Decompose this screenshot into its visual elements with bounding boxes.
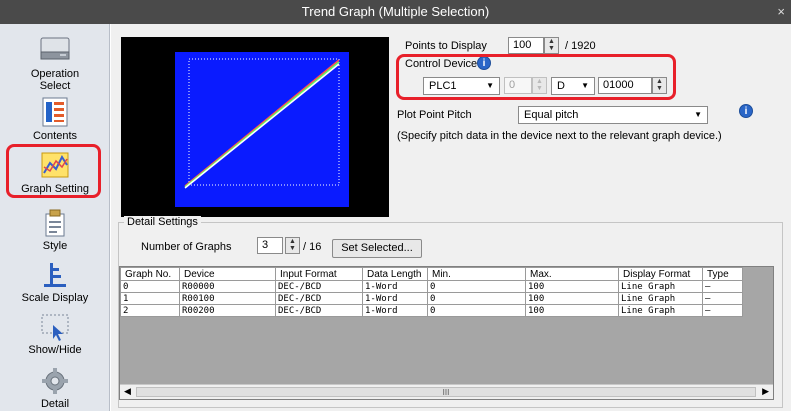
sidebar-item-label: Select xyxy=(39,80,71,92)
table-header-row: Graph No. Device Input Format Data Lengt… xyxy=(120,267,743,281)
sidebar-item-label: Operation xyxy=(30,68,80,80)
table-cell[interactable]: Line Graph xyxy=(618,280,703,293)
sidebar-item-style[interactable]: Style xyxy=(0,208,110,252)
table-row[interactable]: 1 R00100 DEC-/BCD 1-Word 0 100 Line Grap… xyxy=(120,292,743,305)
title-bar: Trend Graph (Multiple Selection) × xyxy=(0,0,791,24)
plot-point-pitch-value: Equal pitch xyxy=(524,109,579,121)
table-cell[interactable]: — xyxy=(702,292,743,305)
trend-lines xyxy=(184,58,340,189)
graphs-total: / 16 xyxy=(303,241,322,253)
close-icon[interactable]: × xyxy=(777,0,785,24)
scroll-thumb[interactable]: III xyxy=(136,387,756,397)
table-cell[interactable]: 100 xyxy=(525,292,619,305)
points-to-display-label: Points to Display xyxy=(405,40,487,52)
column-header[interactable]: Display Format xyxy=(618,267,703,281)
chevron-down-icon: ▼ xyxy=(694,110,702,119)
table-row[interactable]: 2 R00200 DEC-/BCD 1-Word 0 100 Line Grap… xyxy=(120,304,743,317)
graph-table: Graph No. Device Input Format Data Lengt… xyxy=(119,266,774,400)
table-cell[interactable]: 0 xyxy=(427,292,526,305)
detail-settings-legend: Detail Settings xyxy=(124,216,201,228)
plot-point-pitch-select[interactable]: Equal pitch ▼ xyxy=(518,106,708,124)
column-header[interactable]: Min. xyxy=(427,267,526,281)
sidebar-item-detail[interactable]: Detail xyxy=(0,366,110,410)
pitch-note: (Specify pitch data in the device next t… xyxy=(397,130,722,142)
set-selected-button[interactable]: Set Selected... xyxy=(332,239,422,258)
table-cell[interactable]: R00000 xyxy=(179,280,276,293)
scroll-left-icon[interactable]: ◀ xyxy=(124,386,131,397)
column-header[interactable]: Graph No. xyxy=(120,267,180,281)
plot-point-pitch-label: Plot Point Pitch xyxy=(397,109,472,121)
column-header[interactable]: Input Format xyxy=(275,267,363,281)
column-header[interactable]: Max. xyxy=(525,267,619,281)
horizontal-scrollbar[interactable]: ◀ III ▶ xyxy=(120,384,773,399)
graph-setting-highlight xyxy=(6,144,101,198)
show-hide-icon xyxy=(41,314,69,341)
column-header[interactable]: Device xyxy=(179,267,276,281)
main-panel: Points to Display 100 ▲ ▼ / 1920 Control … xyxy=(111,24,791,411)
number-of-graphs-input[interactable]: 3 xyxy=(257,237,283,254)
sidebar-item-label: Style xyxy=(42,240,68,252)
points-to-display-input[interactable]: 100 xyxy=(508,37,544,54)
info-icon[interactable]: i xyxy=(739,104,753,118)
graphs-spinner[interactable]: ▲ ▼ xyxy=(285,237,300,254)
table-cell[interactable]: 0 xyxy=(120,280,180,293)
table-cell[interactable]: DEC-/BCD xyxy=(275,304,363,317)
sidebar-item-label: Scale Display xyxy=(21,292,89,304)
scale-display-icon xyxy=(44,263,66,287)
scroll-right-icon[interactable]: ▶ xyxy=(762,386,769,397)
table-cell[interactable]: R00200 xyxy=(179,304,276,317)
style-icon xyxy=(45,209,65,237)
contents-icon xyxy=(42,97,68,127)
sidebar: Operation Select Contents Graph Setting xyxy=(0,24,110,411)
table-cell[interactable]: 100 xyxy=(525,280,619,293)
graph-preview xyxy=(121,37,389,217)
sidebar-item-label: Contents xyxy=(32,130,78,142)
points-spinner[interactable]: ▲ ▼ xyxy=(544,37,559,54)
table-cell[interactable]: — xyxy=(702,280,743,293)
sidebar-item-operation-select[interactable]: Operation Select xyxy=(0,32,110,92)
graph-table-grid: Graph No. Device Input Format Data Lengt… xyxy=(120,267,743,317)
table-cell[interactable]: Line Graph xyxy=(618,292,703,305)
table-cell[interactable]: 0 xyxy=(427,280,526,293)
table-cell[interactable]: 1-Word xyxy=(362,280,428,293)
window-title: Trend Graph (Multiple Selection) xyxy=(301,4,490,19)
sidebar-item-label: Detail xyxy=(40,398,70,410)
control-device-highlight xyxy=(396,54,676,100)
table-cell[interactable]: — xyxy=(702,304,743,317)
column-header[interactable]: Type xyxy=(702,267,743,281)
table-cell[interactable]: 0 xyxy=(427,304,526,317)
table-row[interactable]: 0 R00000 DEC-/BCD 1-Word 0 100 Line Grap… xyxy=(120,280,743,293)
number-of-graphs-label: Number of Graphs xyxy=(141,241,232,253)
gear-icon xyxy=(42,368,68,394)
operation-select-icon xyxy=(40,37,70,60)
plot-area xyxy=(175,52,349,207)
table-cell[interactable]: 1-Word xyxy=(362,292,428,305)
sidebar-item-label: Show/Hide xyxy=(28,344,82,356)
sidebar-item-scale-display[interactable]: Scale Display xyxy=(0,260,110,304)
table-cell[interactable]: 1 xyxy=(120,292,180,305)
table-cell[interactable]: Line Graph xyxy=(618,304,703,317)
table-cell[interactable]: 100 xyxy=(525,304,619,317)
table-cell[interactable]: R00100 xyxy=(179,292,276,305)
column-header[interactable]: Data Length xyxy=(362,267,428,281)
points-total: / 1920 xyxy=(565,40,596,52)
sidebar-item-show-hide[interactable]: Show/Hide xyxy=(0,312,110,356)
table-cell[interactable]: DEC-/BCD xyxy=(275,292,363,305)
sidebar-item-contents[interactable]: Contents xyxy=(0,96,110,142)
table-cell[interactable]: DEC-/BCD xyxy=(275,280,363,293)
table-cell[interactable]: 1-Word xyxy=(362,304,428,317)
table-cell[interactable]: 2 xyxy=(120,304,180,317)
